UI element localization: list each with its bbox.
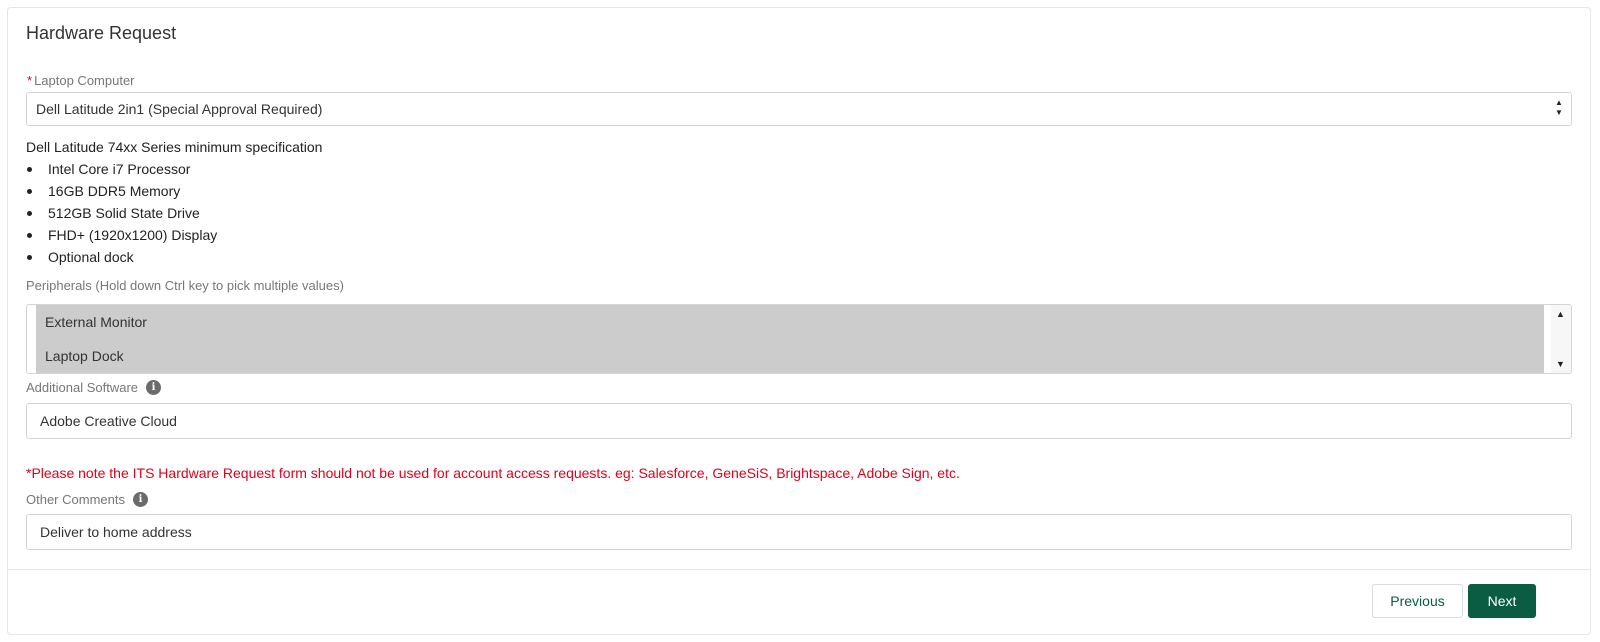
software-field-label: Additional Software i — [26, 380, 162, 396]
spec-list: Intel Core i7 Processor 16GB DDR5 Memory… — [26, 158, 217, 268]
scroll-up-icon[interactable]: ▲ — [1556, 310, 1565, 319]
info-icon[interactable]: i — [146, 380, 162, 396]
peripheral-option-external-monitor[interactable]: External Monitor — [36, 305, 1544, 339]
peripherals-label: Peripherals (Hold down Ctrl key to pick … — [26, 278, 344, 293]
spec-item: 16GB DDR5 Memory — [26, 180, 217, 202]
peripherals-multiselect[interactable]: External Monitor Laptop Dock ▲ ▼ — [26, 304, 1572, 374]
comments-field-label: Other Comments i — [26, 492, 148, 508]
previous-button[interactable]: Previous — [1372, 584, 1463, 618]
next-button[interactable]: Next — [1468, 584, 1536, 618]
comments-label-text: Other Comments — [26, 492, 125, 507]
multiselect-scrollbar[interactable]: ▲ ▼ — [1551, 305, 1571, 373]
select-spinner-icon: ▲ ▼ — [1555, 98, 1563, 120]
scroll-down-icon[interactable]: ▼ — [1556, 360, 1565, 369]
spec-item-text: FHD+ (1920x1200) Display — [48, 227, 218, 243]
additional-software-input[interactable]: Adobe Creative Cloud — [26, 403, 1572, 439]
spec-item-text: 16GB DDR5 Memory — [48, 183, 181, 199]
spec-heading: Dell Latitude 74xx Series minimum specif… — [26, 139, 323, 155]
footer-divider — [8, 569, 1590, 570]
required-marker: * — [27, 73, 33, 88]
bullet-icon — [27, 255, 32, 260]
spec-item: Optional dock — [26, 246, 217, 268]
page-title: Hardware Request — [26, 23, 177, 43]
spinner-up-icon: ▲ — [1555, 98, 1563, 107]
spec-item-text: Intel Core i7 Processor — [48, 161, 191, 177]
spec-item: 512GB Solid State Drive — [26, 202, 217, 224]
other-comments-input[interactable]: Deliver to home address — [26, 514, 1572, 550]
peripheral-option-laptop-dock[interactable]: Laptop Dock — [36, 339, 1544, 373]
laptop-label-text: Laptop Computer — [34, 73, 135, 88]
laptop-selected-value: Dell Latitude 2in1 (Special Approval Req… — [36, 101, 323, 117]
info-icon[interactable]: i — [132, 492, 148, 508]
bullet-icon — [27, 211, 32, 216]
laptop-select[interactable]: Dell Latitude 2in1 (Special Approval Req… — [26, 92, 1572, 126]
spec-item-text: 512GB Solid State Drive — [48, 205, 200, 221]
spec-item-text: Optional dock — [48, 249, 134, 265]
spinner-down-icon: ▼ — [1555, 108, 1563, 117]
bullet-icon — [27, 233, 32, 238]
spec-item: Intel Core i7 Processor — [26, 158, 217, 180]
laptop-field-label: * Laptop Computer — [27, 73, 135, 88]
spec-item: FHD+ (1920x1200) Display — [26, 224, 217, 246]
software-label-text: Additional Software — [26, 380, 139, 395]
account-access-notice: *Please note the ITS Hardware Request fo… — [26, 465, 960, 481]
bullet-icon — [27, 167, 32, 172]
hardware-request-panel: Hardware Request * Laptop Computer Dell L… — [7, 7, 1591, 635]
bullet-icon — [27, 189, 32, 194]
